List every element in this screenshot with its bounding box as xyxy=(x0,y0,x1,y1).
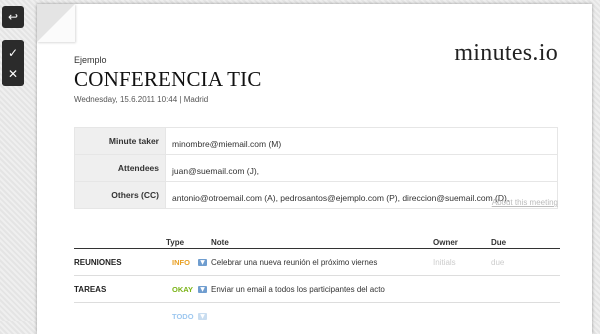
others-cc-row: Others (CC) antonio@otroemail.com (A), p… xyxy=(74,181,558,209)
attendees-field[interactable]: juan@suemail.com (J), xyxy=(165,154,558,182)
others-cc-label: Others (CC) xyxy=(74,181,166,209)
owner-field[interactable]: Initials xyxy=(433,258,491,267)
undo-button[interactable]: ↩ xyxy=(2,6,24,28)
chevron-down-icon[interactable]: ▼ xyxy=(198,285,207,293)
meeting-meta[interactable]: Wednesday, 15.6.2011 10:44 | Madrid xyxy=(74,95,262,104)
type-selector[interactable]: INFO ▼ xyxy=(166,258,211,267)
minutes-items: Type Note Owner Due REUNIONES INFO ▼ Cel… xyxy=(74,233,560,329)
meeting-header: Ejemplo CONFERENCIA TIC Wednesday, 15.6.… xyxy=(74,55,262,104)
meeting-title[interactable]: CONFERENCIA TIC xyxy=(74,67,262,92)
brand-logo: minutes.io xyxy=(454,40,558,66)
chevron-down-icon[interactable]: ▼ xyxy=(198,258,207,266)
minute-taker-label: Minute taker xyxy=(74,127,166,155)
item-row: TAREAS OKAY ▼ Enviar un email a todos lo… xyxy=(74,276,560,303)
section-heading[interactable]: REUNIONES xyxy=(74,258,166,267)
item-row: TODO ▼ xyxy=(74,303,560,329)
attendees-label: Attendees xyxy=(74,154,166,182)
note-field[interactable]: Enviar un email a todos los participante… xyxy=(211,285,433,294)
back-icon: ↩ xyxy=(7,10,19,24)
check-icon: ✓ xyxy=(7,45,19,60)
type-tag: INFO xyxy=(172,257,190,267)
note-column-header: Note xyxy=(211,238,229,247)
type-selector[interactable]: TODO ▼ xyxy=(166,312,211,321)
side-toolbar: ↩ ✓ ✕ xyxy=(2,6,24,86)
due-column-header: Due xyxy=(491,238,507,247)
about-meeting-link[interactable]: About this meeting xyxy=(492,198,558,207)
section-heading[interactable]: TAREAS xyxy=(74,285,166,294)
minute-taker-row: Minute taker minombre@miemail.com (M) xyxy=(74,127,558,155)
minute-taker-field[interactable]: minombre@miemail.com (M) xyxy=(165,127,558,155)
chevron-down-icon[interactable]: ▼ xyxy=(198,312,207,320)
type-tag: TODO xyxy=(172,311,194,321)
action-button-group: ✓ ✕ xyxy=(2,40,24,86)
minutes-sheet: minutes.io Ejemplo CONFERENCIA TIC Wedne… xyxy=(37,4,592,334)
meeting-kicker[interactable]: Ejemplo xyxy=(74,55,262,65)
owner-column-header: Owner xyxy=(433,238,458,247)
item-row: REUNIONES INFO ▼ Celebrar una nueva reun… xyxy=(74,249,560,276)
due-field[interactable]: due xyxy=(491,258,551,267)
page-fold-corner xyxy=(37,4,75,42)
finish-button[interactable]: ✓ xyxy=(2,42,24,63)
items-header: Type Note Owner Due xyxy=(74,233,560,249)
attendees-table: Minute taker minombre@miemail.com (M) At… xyxy=(74,127,558,209)
type-tag: OKAY xyxy=(172,284,193,294)
type-selector[interactable]: OKAY ▼ xyxy=(166,285,211,294)
note-field[interactable]: Celebrar una nueva reunión el próximo vi… xyxy=(211,258,433,267)
type-column-header: Type xyxy=(166,238,185,247)
close-icon: ✕ xyxy=(7,66,19,81)
close-button[interactable]: ✕ xyxy=(2,63,24,84)
attendees-row: Attendees juan@suemail.com (J), xyxy=(74,154,558,182)
